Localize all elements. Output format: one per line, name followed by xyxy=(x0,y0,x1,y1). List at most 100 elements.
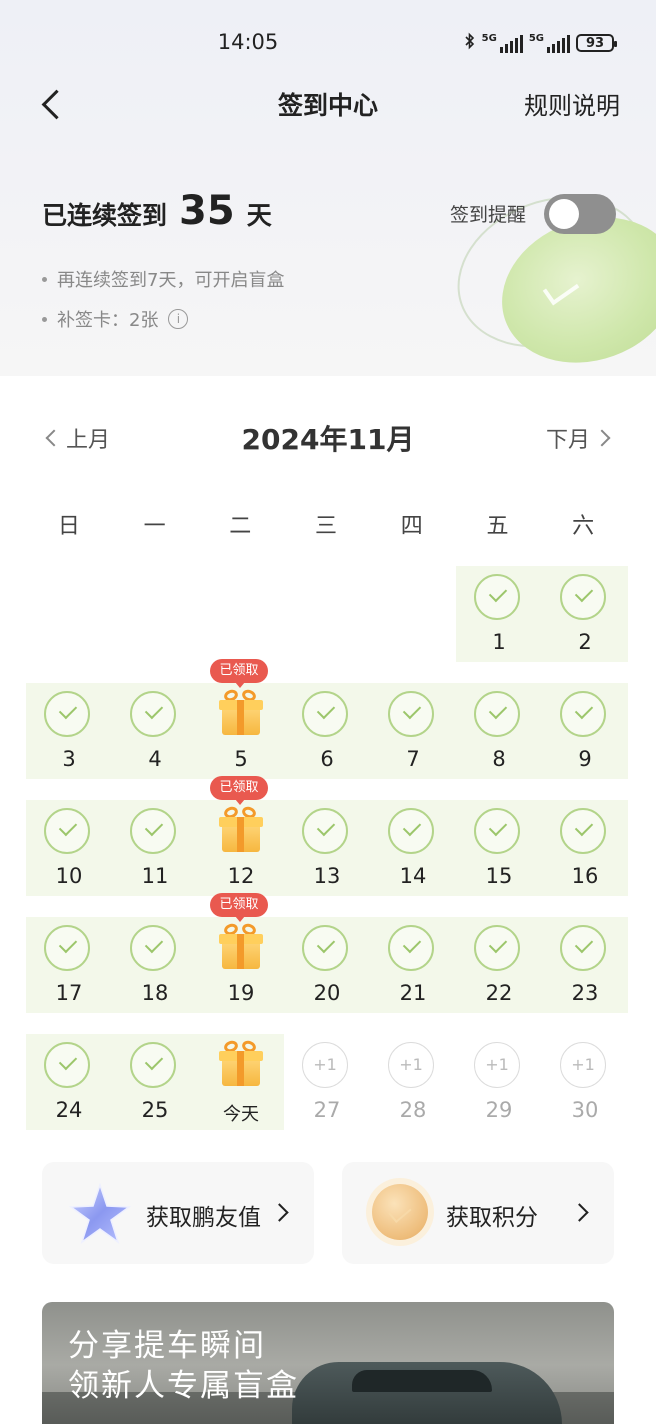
calendar-day[interactable]: 已领取 19 xyxy=(198,893,284,1013)
gift-icon xyxy=(218,1038,263,1086)
check-circle-icon xyxy=(130,808,176,854)
bullet-dot xyxy=(42,276,47,282)
streak-prefix: 已连续签到 xyxy=(42,201,168,230)
calendar-day[interactable]: 22 xyxy=(456,917,542,1013)
calendar-day[interactable]: 14 xyxy=(370,800,456,896)
rules-link[interactable]: 规则说明 xyxy=(524,86,620,121)
gift-icon xyxy=(218,687,263,735)
check-circle-icon xyxy=(130,691,176,737)
plus-one-circle: +1 xyxy=(302,1042,348,1088)
calendar-day[interactable]: +1 30 xyxy=(542,1034,628,1130)
calendar-day[interactable]: 24 xyxy=(26,1034,112,1130)
weekday-header: 日 一 二 三 四 五 六 xyxy=(26,508,626,540)
claimed-badge: 已领取 xyxy=(210,893,268,922)
get-friend-value-card[interactable]: 获取鹏友值 xyxy=(42,1162,314,1264)
calendar-day[interactable]: 6 xyxy=(284,683,370,779)
streak-days: 35 xyxy=(179,188,235,234)
info-icon[interactable]: i xyxy=(168,309,189,329)
check-circle-icon xyxy=(474,808,520,854)
calendar-day[interactable]: 8 xyxy=(456,683,542,779)
day-number: 21 xyxy=(399,981,427,1005)
day-number: 13 xyxy=(313,864,341,888)
next-month-label: 下月 xyxy=(545,428,590,453)
streak-summary: 已连续签到 35 天 xyxy=(42,188,272,234)
signal-icon-2: 5G xyxy=(529,33,570,53)
battery-icon: 93 xyxy=(576,34,617,52)
friend-value-label: 获取鹏友值 xyxy=(146,1205,261,1231)
calendar-day[interactable]: 今天 xyxy=(198,1034,284,1130)
calendar-day[interactable]: 20 xyxy=(284,917,370,1013)
day-number: 11 xyxy=(141,864,169,888)
next-month-button[interactable]: 下月 xyxy=(545,422,611,454)
check-circle-icon xyxy=(560,691,606,737)
bullet-dot xyxy=(42,316,47,322)
calendar-day[interactable]: 15 xyxy=(456,800,542,896)
calendar-day[interactable]: 2 xyxy=(542,566,628,662)
claimed-badge: 已领取 xyxy=(210,659,268,688)
get-points-card[interactable]: 获取积分 xyxy=(342,1162,614,1264)
day-number: 28 xyxy=(399,1098,427,1122)
check-circle-icon xyxy=(302,691,348,737)
calendar-day[interactable]: 已领取 12 xyxy=(198,776,284,896)
calendar-day[interactable]: +1 29 xyxy=(456,1034,542,1130)
calendar-day[interactable]: 10 xyxy=(26,800,112,896)
day-number: 3 xyxy=(62,747,76,771)
calendar-day[interactable]: 已领取 5 xyxy=(198,659,284,779)
toggle-knob xyxy=(549,199,579,229)
day-number: 2 xyxy=(578,630,592,654)
day-number: 20 xyxy=(313,981,341,1005)
calendar-day[interactable]: 4 xyxy=(112,683,198,779)
calendar-day[interactable]: 1 xyxy=(456,566,542,662)
calendar-day[interactable]: 21 xyxy=(370,917,456,1013)
calendar-day[interactable]: 18 xyxy=(112,917,198,1013)
weekday-label: 五 xyxy=(486,514,509,539)
weekday-label: 二 xyxy=(229,514,252,539)
coin-icon xyxy=(372,1184,428,1240)
day-number: 22 xyxy=(485,981,513,1005)
calendar-day[interactable]: 13 xyxy=(284,800,370,896)
check-circle-icon xyxy=(44,808,90,854)
day-number: 24 xyxy=(55,1098,83,1122)
calendar-day[interactable]: 17 xyxy=(26,917,112,1013)
signal-icon: 5G xyxy=(482,33,523,53)
day-number: 7 xyxy=(406,747,420,771)
day-number: 5 xyxy=(234,747,248,771)
calendar-day[interactable]: 3 xyxy=(26,683,112,779)
gift-icon xyxy=(218,921,263,969)
day-number: 16 xyxy=(571,864,599,888)
calendar-day[interactable]: +1 27 xyxy=(284,1034,370,1130)
calendar-day[interactable]: 25 xyxy=(112,1034,198,1130)
check-circle-icon xyxy=(302,808,348,854)
reminder-label: 签到提醒 xyxy=(450,204,527,226)
day-number: 今天 xyxy=(223,1104,259,1125)
banner-subline: 领新人专属盲盒 xyxy=(68,1368,299,1404)
chevron-right-icon xyxy=(593,429,611,447)
check-circle-icon xyxy=(44,691,90,737)
calendar-day[interactable]: 7 xyxy=(370,683,456,779)
day-number: 12 xyxy=(227,864,255,888)
day-number: 19 xyxy=(227,981,255,1005)
calendar-day[interactable]: 23 xyxy=(542,917,628,1013)
weekday-label: 日 xyxy=(57,514,80,539)
points-label: 获取积分 xyxy=(446,1205,538,1231)
day-number: 17 xyxy=(55,981,83,1005)
day-number: 6 xyxy=(320,747,334,771)
status-time: 14:05 xyxy=(217,30,279,54)
calendar-day[interactable]: 16 xyxy=(542,800,628,896)
check-circle-icon xyxy=(560,574,606,620)
calendar-day[interactable]: 9 xyxy=(542,683,628,779)
calendar-day[interactable]: +1 28 xyxy=(370,1034,456,1130)
banner-headline: 分享提车瞬间 xyxy=(68,1328,266,1364)
blind-box-hint-text: 再连续签到7天，可开启盲盒 xyxy=(57,270,285,291)
calendar-day[interactable]: 11 xyxy=(112,800,198,896)
day-number: 1 xyxy=(492,630,506,654)
weekday-label: 四 xyxy=(400,514,423,539)
makeup-card-info: 补签卡：2张 i xyxy=(42,306,189,332)
promo-banner[interactable]: 分享提车瞬间 领新人专属盲盒 xyxy=(42,1302,614,1424)
check-circle-icon xyxy=(474,691,520,737)
day-number: 23 xyxy=(571,981,599,1005)
day-number: 29 xyxy=(485,1098,513,1122)
check-circle-icon xyxy=(560,808,606,854)
streak-unit: 天 xyxy=(246,201,272,230)
reminder-toggle[interactable] xyxy=(544,194,616,234)
